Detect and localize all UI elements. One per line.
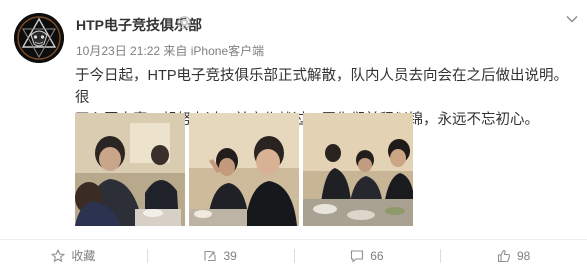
- like-count: 98: [516, 248, 531, 263]
- repost-count: 39: [223, 248, 237, 263]
- source-prefix: 来自: [163, 44, 188, 58]
- post-meta: 10月23日 21:22 来自 iPhone客户端: [76, 42, 264, 59]
- post-source[interactable]: iPhone客户端: [191, 44, 264, 58]
- action-bar: 收藏 39 66 98: [0, 239, 587, 271]
- chevron-down-icon[interactable]: [565, 11, 579, 29]
- comment-icon: [351, 249, 364, 263]
- photo-thumbnail[interactable]: [75, 113, 185, 226]
- thumbs-up-icon: [497, 249, 510, 262]
- verified-badge-icon: [178, 16, 191, 34]
- weibo-post-card: HTP电子竞技俱乐部 10月23日 21:22 来自 iPhone客户端 于今日…: [0, 0, 587, 271]
- post-timestamp[interactable]: 10月23日 21:22: [76, 44, 160, 58]
- star-icon: [51, 248, 66, 262]
- favorite-label: 收藏: [71, 249, 96, 263]
- photo-thumbnail[interactable]: [303, 113, 413, 226]
- favorite-button[interactable]: 收藏: [0, 240, 147, 271]
- avatar[interactable]: [14, 13, 64, 63]
- repost-icon: [204, 250, 216, 261]
- repost-button[interactable]: 39: [146, 240, 294, 271]
- comment-count: 66: [370, 248, 384, 263]
- post-text-line: 于今日起，HTP电子竞技俱乐部正式解散，队内人员去向会在之后做出说明。很: [75, 68, 568, 106]
- comment-button[interactable]: 66: [293, 240, 441, 271]
- photo-thumbnail[interactable]: [189, 113, 299, 226]
- like-button[interactable]: 98: [440, 240, 587, 271]
